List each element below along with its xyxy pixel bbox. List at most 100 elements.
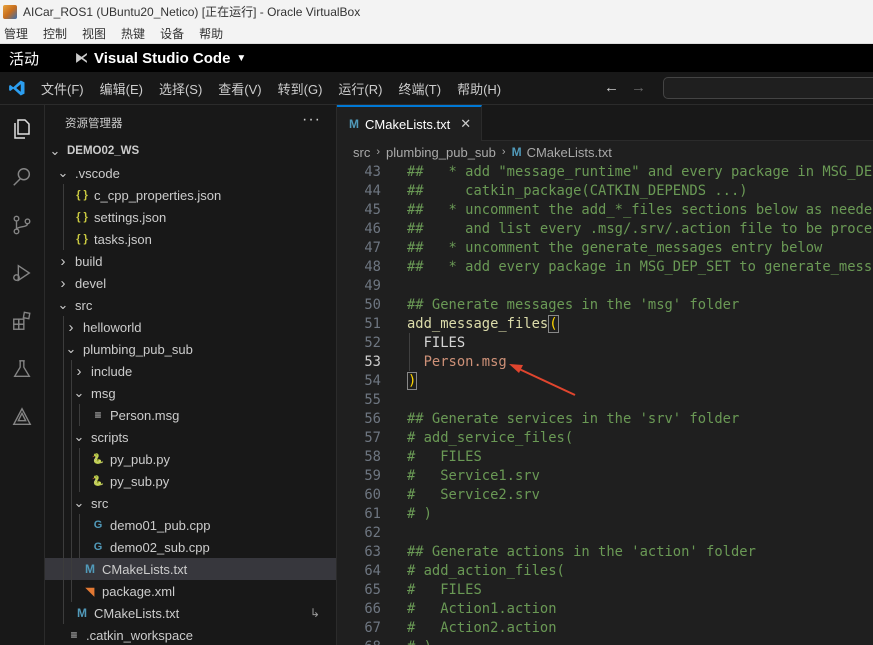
python-file-icon: 🐍 <box>91 453 105 465</box>
indent-guide <box>63 492 64 514</box>
indent-guide <box>63 580 64 602</box>
tree-item[interactable]: Gdemo01_pub.cpp <box>45 514 336 536</box>
more-actions-icon[interactable]: ··· <box>302 111 321 129</box>
code-text: Person.msg <box>407 353 507 370</box>
breadcrumb-item-src[interactable]: src <box>353 145 370 160</box>
command-center-search[interactable] <box>663 77 873 99</box>
run-debug-icon[interactable] <box>8 259 36 287</box>
code-line: 68 # ) <box>337 637 873 645</box>
tree-item[interactable]: › build <box>45 250 336 272</box>
code-line: 60 # Service2.srv <box>337 485 873 504</box>
code-line: 43 ## * add "message_runtime" and every p… <box>337 162 873 181</box>
vbox-menu-control[interactable]: 控制 <box>43 25 67 42</box>
testing-icon[interactable] <box>8 355 36 383</box>
extensions-icon[interactable] <box>8 307 36 335</box>
explorer-icon[interactable] <box>8 115 36 143</box>
navigation-arrows: ← → <box>604 79 658 96</box>
tree-item[interactable]: { } tasks.json <box>45 228 336 250</box>
tree-item-label: .catkin_workspace <box>86 627 193 643</box>
breadcrumb-item-file[interactable]: CMakeLists.txt <box>527 145 612 160</box>
tree-item[interactable]: 🐍 py_sub.py <box>45 470 336 492</box>
tree-item-label: helloworld <box>83 319 142 335</box>
tree-item-label: CMakeLists.txt <box>94 605 180 621</box>
tree-item[interactable]: ⌄ plumbing_pub_sub <box>45 338 336 360</box>
indent-guide <box>71 360 72 382</box>
menu-terminal[interactable]: 终端(T) <box>398 79 441 98</box>
tree-item-label: devel <box>75 275 107 291</box>
indent-guide <box>71 404 72 426</box>
indent-guide <box>63 602 64 624</box>
tree-item[interactable]: ⌄ .vscode <box>45 162 336 184</box>
app-menu-button[interactable]: ⧔ Visual Studio Code ▼ <box>75 50 246 67</box>
source-control-icon[interactable] <box>8 211 36 239</box>
menu-selection[interactable]: 选择(S) <box>159 79 202 98</box>
line-number: 56 <box>364 410 381 427</box>
code-editor[interactable]: 43 ## * add "message_runtime" and every p… <box>337 162 873 645</box>
back-arrow-icon[interactable]: ← <box>604 79 619 96</box>
tree-item[interactable]: ◥ package.xml <box>45 580 336 602</box>
code-line: 61 # ) <box>337 504 873 523</box>
line-number: 64 <box>364 562 381 579</box>
tree-item[interactable]: ⌄ msg <box>45 382 336 404</box>
activities-button[interactable]: 活动 <box>9 48 39 69</box>
chevron-down-icon: ⌄ <box>57 165 69 180</box>
virtualbox-menu-bar: 管理 控制 视图 热键 设备 帮助 <box>0 23 873 44</box>
tree-item[interactable]: 🐍 py_pub.py <box>45 448 336 470</box>
vbox-menu-hotkeys[interactable]: 热键 <box>121 25 145 42</box>
tree-item[interactable]: { } settings.json <box>45 206 336 228</box>
menu-run[interactable]: 运行(R) <box>338 79 382 98</box>
code-text: add_message_files( <box>407 314 559 333</box>
indent-guide <box>63 338 64 360</box>
menu-go[interactable]: 转到(G) <box>278 79 323 98</box>
code-line: 44 ## catkin_package(CATKIN_DEPENDS ...) <box>337 181 873 200</box>
virtualbox-window-title: AICar_ROS1 (UBuntu20_Netico) [正在运行] - Or… <box>23 5 361 19</box>
vbox-menu-view[interactable]: 视图 <box>82 25 106 42</box>
tree-item[interactable]: ⌄ scripts <box>45 426 336 448</box>
chevron-right-icon: › <box>60 274 66 292</box>
tree-item[interactable]: M CMakeLists.txt ↳ <box>45 602 336 624</box>
ros-icon[interactable] <box>8 403 36 431</box>
tree-item[interactable]: ⌄ DEMO02_WS <box>45 140 336 162</box>
menu-file[interactable]: 文件(F) <box>41 79 84 98</box>
code-text: # ) <box>407 639 432 645</box>
vbox-menu-help[interactable]: 帮助 <box>199 25 223 42</box>
close-icon[interactable]: ✕ <box>460 116 471 132</box>
indent-guide <box>71 580 72 602</box>
indent-guide <box>63 514 64 536</box>
menu-help[interactable]: 帮助(H) <box>457 79 501 98</box>
code-line: 48 ## * add every package in MSG_DEP_SET … <box>337 257 873 276</box>
tree-item[interactable]: › devel <box>45 272 336 294</box>
search-icon[interactable] <box>8 163 36 191</box>
tree-item[interactable]: ⌄ src <box>45 294 336 316</box>
line-number: 58 <box>364 448 381 465</box>
tree-item[interactable]: Gdemo02_sub.cpp <box>45 536 336 558</box>
vscode-logo-icon <box>7 78 27 98</box>
tree-item[interactable]: ≡ .catkin_workspace <box>45 624 336 645</box>
tree-item[interactable]: { } c_cpp_properties.json <box>45 184 336 206</box>
line-number: 59 <box>364 467 381 484</box>
indent-guide <box>71 492 72 514</box>
menu-view[interactable]: 查看(V) <box>218 79 261 98</box>
line-number: 55 <box>364 391 381 408</box>
vbox-menu-manage[interactable]: 管理 <box>4 25 28 42</box>
vscode-menu-bar: 文件(F) 编辑(E) 选择(S) 查看(V) 转到(G) 运行(R) 终端(T… <box>0 72 873 105</box>
breadcrumb-item-package[interactable]: plumbing_pub_sub <box>386 145 496 160</box>
tab-cmakelists[interactable]: M CMakeLists.txt ✕ <box>337 105 483 141</box>
vbox-menu-devices[interactable]: 设备 <box>160 25 184 42</box>
tree-item[interactable]: ≡ Person.msg <box>45 404 336 426</box>
code-text: ## * add every package in MSG_DEP_SET to… <box>407 258 873 275</box>
line-number: 62 <box>364 524 381 541</box>
code-line: 53 Person.msg <box>337 352 873 371</box>
indent-guide <box>79 448 80 470</box>
tree-item[interactable]: › include <box>45 360 336 382</box>
code-line: 50 ## Generate messages in the 'msg' fold… <box>337 295 873 314</box>
forward-arrow-icon[interactable]: → <box>631 79 646 96</box>
tree-item-label: Person.msg <box>110 407 180 423</box>
menu-edit[interactable]: 编辑(E) <box>100 79 143 98</box>
indent-guide <box>79 514 80 536</box>
tree-item[interactable]: M CMakeLists.txt <box>45 558 336 580</box>
json-file-icon: { } <box>76 233 88 245</box>
tab-strip: M CMakeLists.txt ✕ <box>337 105 873 141</box>
tree-item[interactable]: ⌄ src <box>45 492 336 514</box>
tree-item[interactable]: › helloworld <box>45 316 336 338</box>
